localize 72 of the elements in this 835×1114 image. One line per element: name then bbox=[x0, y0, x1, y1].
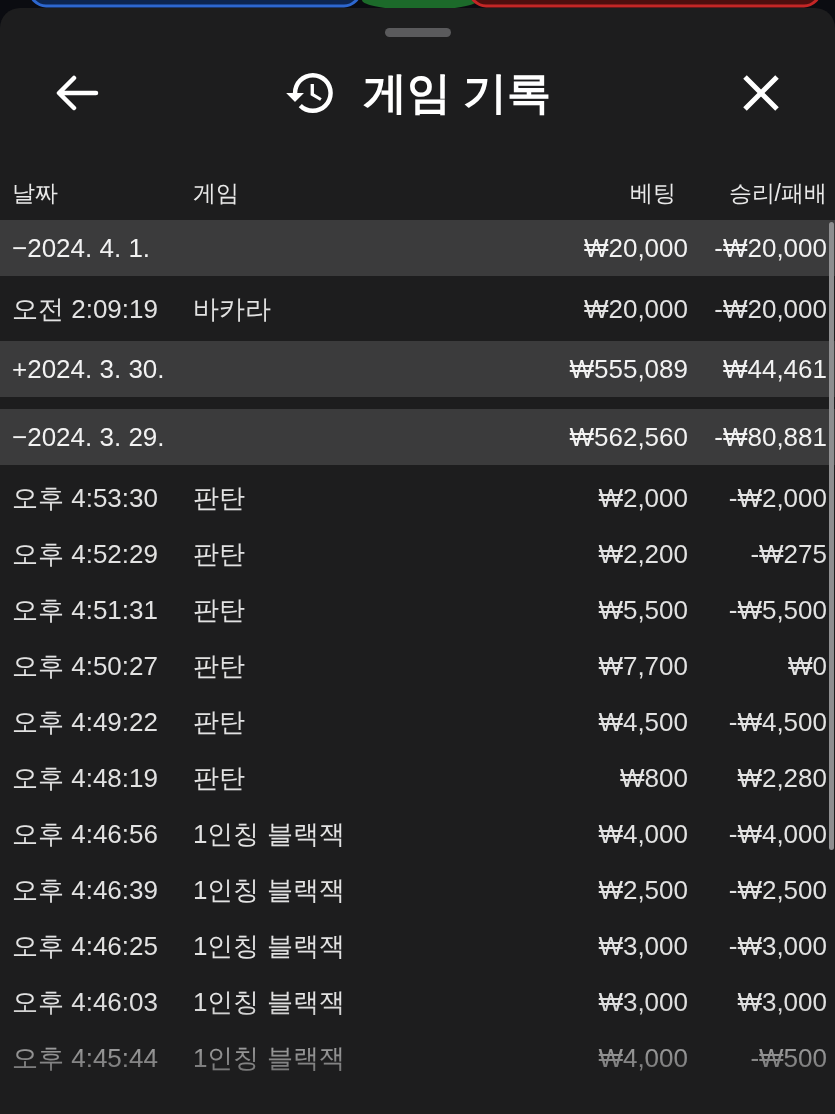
time-cell-text: 오후 4:46:25 bbox=[12, 929, 159, 963]
column-header: 승리/패배 bbox=[727, 178, 827, 208]
result-cell-text: -₩275 bbox=[749, 538, 827, 570]
toggle-sign[interactable]: + bbox=[12, 353, 28, 385]
bet-cell-text: ₩20,000 bbox=[582, 293, 688, 325]
column-header: 게임 bbox=[193, 178, 240, 208]
column-header: 날짜 bbox=[12, 178, 59, 208]
game-cell-text: 1인칭 블랙잭 bbox=[193, 929, 346, 963]
result-cell-text: -₩5,500 bbox=[727, 594, 827, 626]
game-cell-text: 판탄 bbox=[193, 761, 246, 795]
result-cell-text: -₩2,000 bbox=[727, 482, 827, 514]
result-cell-text: ₩0 bbox=[787, 650, 827, 682]
group-date: 2024. 4. 1. bbox=[27, 232, 151, 264]
time-cell-text: 오후 4:49:22 bbox=[12, 705, 159, 739]
game-cell-text: 판탄 bbox=[193, 481, 246, 515]
bet-cell-text: ₩4,000 bbox=[597, 818, 688, 850]
game-cell-text: 1인칭 블랙잭 bbox=[193, 873, 346, 907]
result-cell-text: ₩2,280 bbox=[736, 762, 827, 794]
result-cell-text: -₩500 bbox=[749, 1042, 827, 1074]
bet-cell-text: ₩4,500 bbox=[597, 706, 688, 738]
bet-total: ₩555,089 bbox=[568, 353, 688, 385]
history-icon bbox=[285, 73, 333, 113]
result-cell-text: -₩20,000 bbox=[713, 293, 827, 325]
time-cell-text: 오후 4:46:56 bbox=[12, 817, 159, 851]
result-total: -₩20,000 bbox=[713, 232, 827, 264]
time-cell-text: 오후 4:48:19 bbox=[12, 761, 159, 795]
result-cell-text: -₩4,500 bbox=[727, 706, 827, 738]
sheet-title: 게임 기록 bbox=[362, 68, 552, 118]
bet-cell-text: ₩3,000 bbox=[597, 986, 688, 1018]
bet-cell-text: ₩800 bbox=[619, 762, 688, 794]
game-cell-text: 1인칭 블랙잭 bbox=[193, 1041, 346, 1075]
time-cell-text: 오후 4:46:39 bbox=[12, 873, 159, 907]
game-cell-text: 판탄 bbox=[193, 705, 246, 739]
group-date: 2024. 3. 29. bbox=[27, 421, 165, 453]
game-cell-text: 판탄 bbox=[193, 593, 246, 627]
bet-cell-text: ₩2,500 bbox=[597, 874, 688, 906]
time-cell-text: 오후 4:51:31 bbox=[12, 593, 159, 627]
game-cell-text: 판탄 bbox=[193, 649, 246, 683]
toggle-sign[interactable]: − bbox=[12, 232, 28, 264]
bet-total: ₩562,560 bbox=[568, 421, 688, 453]
time-cell-text: 오후 4:45:44 bbox=[12, 1041, 159, 1075]
game-cell-text: 1인칭 블랙잭 bbox=[193, 985, 346, 1019]
time-cell-text: 오후 4:50:27 bbox=[12, 649, 159, 683]
time-cell-text: 오후 4:46:03 bbox=[12, 985, 159, 1019]
result-cell-text: -₩3,000 bbox=[727, 930, 827, 962]
scrollbar-thumb[interactable] bbox=[829, 222, 834, 850]
bet-cell-text: ₩4,000 bbox=[597, 1042, 688, 1074]
group-date: 2024. 3. 30. bbox=[27, 353, 165, 385]
game-cell-text: 바카라 bbox=[193, 292, 272, 326]
date-group-row[interactable]: +2024. 3. 30. ₩555,089 ₩44,461 bbox=[0, 341, 835, 397]
bet-cell-text: ₩5,500 bbox=[597, 594, 688, 626]
bet-total: ₩20,000 bbox=[582, 232, 688, 264]
toggle-sign[interactable]: − bbox=[12, 421, 28, 453]
date-group-row[interactable]: −2024. 4. 1. ₩20,000 -₩20,000 bbox=[0, 220, 835, 276]
time-cell-text: 오후 4:52:29 bbox=[12, 537, 159, 571]
bet-cell-text: ₩3,000 bbox=[597, 930, 688, 962]
result-cell-text: -₩2,500 bbox=[727, 874, 827, 906]
drag-handle[interactable] bbox=[384, 28, 451, 37]
time-cell-text: 오후 4:53:30 bbox=[12, 481, 159, 515]
bet-cell-text: ₩7,700 bbox=[597, 650, 688, 682]
result-total: -₩80,881 bbox=[713, 421, 827, 453]
bet-cell-text: ₩2,200 bbox=[597, 538, 688, 570]
result-total: ₩44,461 bbox=[721, 353, 827, 385]
result-cell-text: -₩4,000 bbox=[727, 818, 827, 850]
back-arrow-icon bbox=[55, 75, 99, 111]
time-cell-text: 오전 2:09:19 bbox=[12, 292, 159, 326]
game-cell-text: 1인칭 블랙잭 bbox=[193, 817, 346, 851]
result-cell-text: ₩3,000 bbox=[736, 986, 827, 1018]
game-cell-text: 판탄 bbox=[193, 537, 246, 571]
date-group-row[interactable]: −2024. 3. 29. ₩562,560 -₩80,881 bbox=[0, 409, 835, 465]
column-header: 베팅 bbox=[629, 178, 677, 208]
bet-cell-text: ₩2,000 bbox=[597, 482, 688, 514]
